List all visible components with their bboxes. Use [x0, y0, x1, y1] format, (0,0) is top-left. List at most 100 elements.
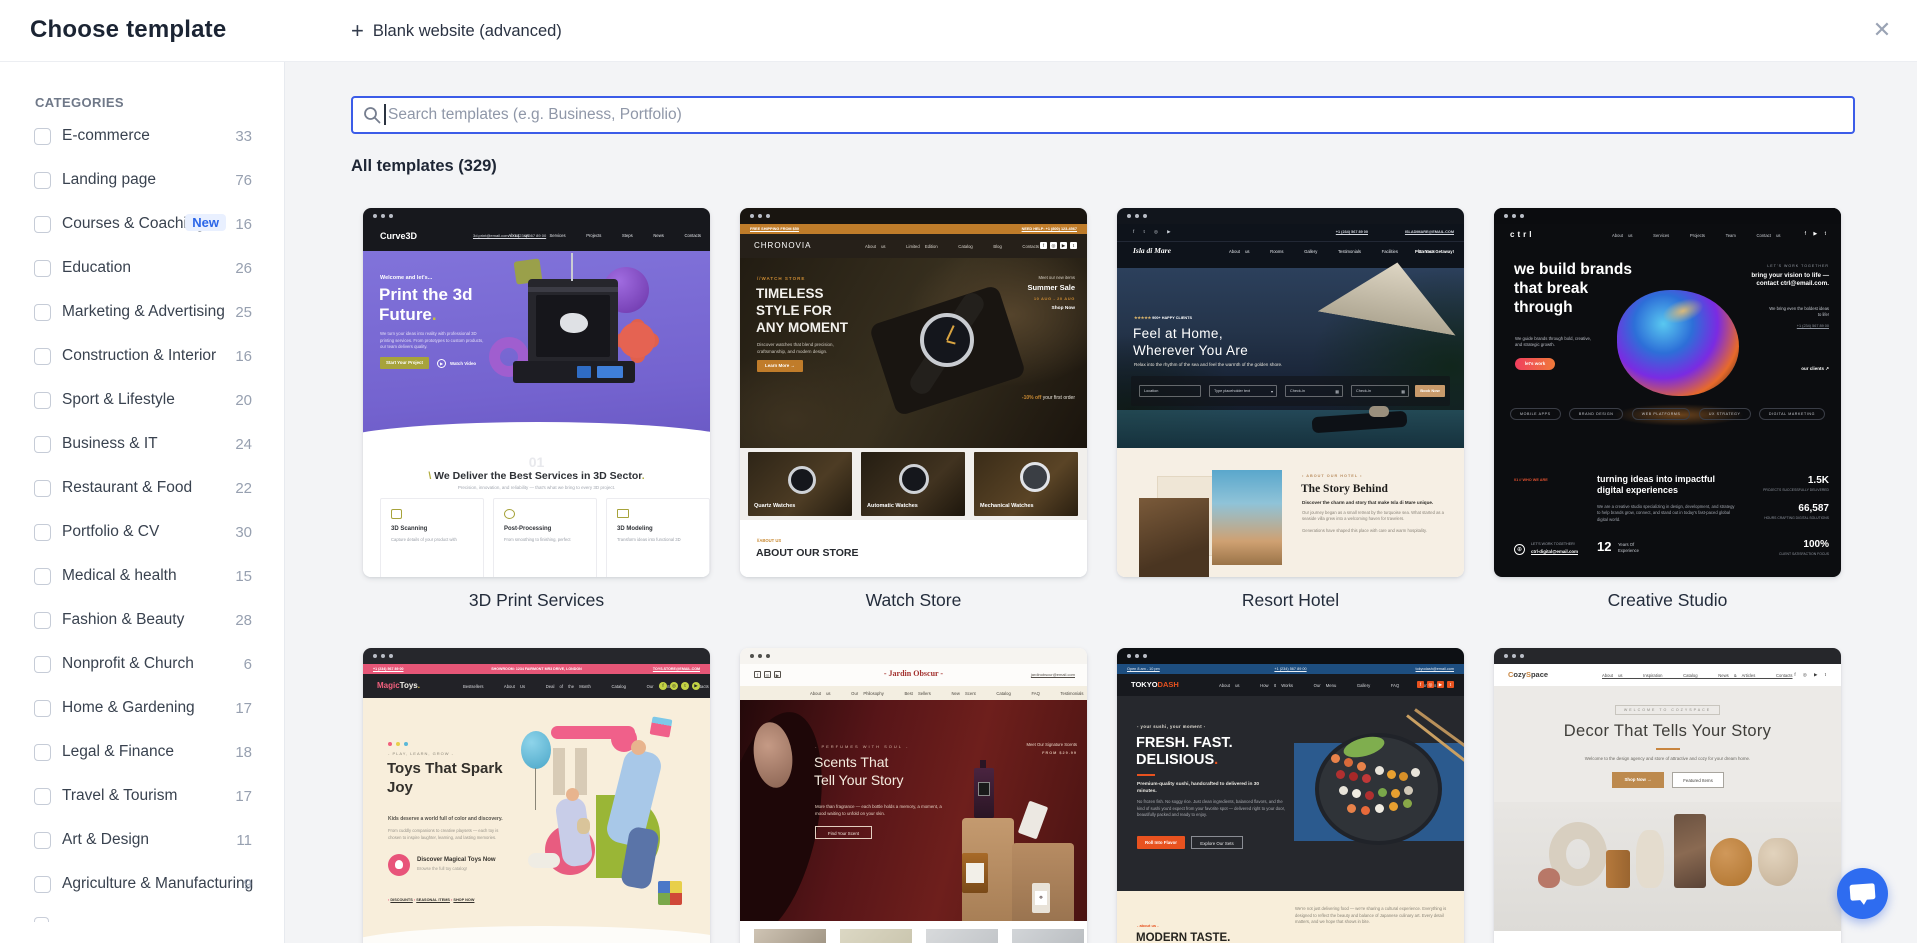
blocks-graphic — [658, 881, 682, 905]
t6-kicker: - PERFUMES WITH SOUL - — [815, 744, 909, 749]
choose-template-modal: Choose template + Blank website (advance… — [0, 0, 1917, 943]
t8-title: Decor That Tells Your Story — [1494, 720, 1841, 742]
checkbox[interactable] — [34, 260, 51, 277]
t5-topbar: +1 (234) 567 89 00 SHOWROOM: 1234 FAIRMO… — [363, 664, 710, 674]
template-card-sushi-delivery[interactable]: Open 8 am - 10 pm +1 (234) 567 89 00 tok… — [1117, 648, 1464, 943]
t1-hero: Welcome and let's... Print the 3d Future… — [363, 251, 710, 443]
categories-heading: CATEGORIES — [35, 95, 124, 110]
t3-navbar: f t ◎ ▶ +1 (234) 567 89 00 ISLADIMARE@EM… — [1117, 224, 1464, 268]
checkbox[interactable] — [34, 436, 51, 453]
t3-nav: About us Rooms Gallery Testimonials Faci… — [1229, 249, 1435, 255]
t1-service-card: 3D Scanning Capture details of your prod… — [380, 498, 484, 577]
wood-cylinder-graphic — [1606, 850, 1630, 888]
product-thumb-graphic — [926, 929, 998, 943]
checkbox[interactable] — [34, 612, 51, 629]
category-home-gardening[interactable]: Home & Gardening17 — [0, 687, 284, 731]
checkbox[interactable] — [34, 744, 51, 761]
watch-thumb-graphic — [899, 464, 929, 494]
template-caption: Watch Store — [740, 590, 1087, 611]
t7-kicker: - your sushi, your moment - — [1137, 724, 1206, 730]
t5-body: From cuddly companions to creative plays… — [388, 828, 510, 841]
t2-kicker: //WATCH STORE — [757, 276, 805, 282]
printer-gantry-graphic — [528, 287, 618, 292]
t7-hero: - your sushi, your moment - FRESH. FAST.… — [1117, 696, 1464, 891]
category-medical-health[interactable]: Medical & health15 — [0, 555, 284, 599]
category-nonprofit-church[interactable]: Nonprofit & Church6 — [0, 643, 284, 687]
t3-kicker: ★★★★★ 900+ HAPPY CLIENTS — [1134, 316, 1192, 321]
category-count: 25 — [235, 304, 252, 321]
template-card-watch-store[interactable]: FREE SHIPPING FROM $50 NEED HELP: +1 (80… — [740, 208, 1087, 577]
balloon-string-graphic — [535, 768, 536, 810]
t2-title: TIMELESS STYLE FOR ANY MOMENT — [756, 286, 858, 337]
t2-tiles: Quartz Watches Automatic Watches Mechani… — [740, 448, 1087, 520]
category-sport-lifestyle[interactable]: Sport & Lifestyle20 — [0, 379, 284, 423]
t1-watch-video: Watch Video — [450, 361, 476, 367]
t3-subtitle: Relax into the rhythm of the sea and fee… — [1134, 362, 1282, 368]
category-count: 76 — [235, 172, 252, 189]
template-card-3d-print-services[interactable]: Curve3D 3d.print@email.com • +1 (234) 56… — [363, 208, 710, 577]
category-courses-coaching[interactable]: Courses & CoachingNew16 — [0, 203, 284, 247]
booking-bar: Location Type placeholder text▾ Check-in… — [1131, 376, 1450, 406]
checkbox[interactable] — [34, 348, 51, 365]
checkbox[interactable] — [34, 568, 51, 585]
t5-logo: MagicToys. — [377, 681, 420, 692]
3d-modeling-icon — [617, 509, 629, 518]
category-legal-finance[interactable]: Legal & Finance18 — [0, 731, 284, 775]
t7-secondary-button: Explore Our Sets — [1191, 836, 1243, 849]
template-card-resort-hotel[interactable]: f t ◎ ▶ +1 (234) 567 89 00 ISLADIMARE@EM… — [1117, 208, 1464, 577]
red-star-graphic — [619, 322, 655, 358]
category-business-it[interactable]: Business & IT24 — [0, 423, 284, 467]
category-marketing-advertising[interactable]: Marketing & Advertising25 — [0, 291, 284, 335]
template-card-creative-studio[interactable]: ctrl About us Services Projects Team Con… — [1494, 208, 1841, 577]
template-card-decor-store[interactable]: CozySpace About us Inspiration Catalog N… — [1494, 648, 1841, 943]
checkbox[interactable] — [34, 172, 51, 189]
checkbox[interactable] — [34, 392, 51, 409]
template-card-perfume-store[interactable]: f◎▶ - Jardin Obscur - jardinobscur@email… — [740, 648, 1087, 943]
close-icon[interactable]: ✕ — [1865, 13, 1899, 47]
checkin-field: Check-in▦ — [1285, 385, 1343, 397]
checkbox[interactable] — [34, 700, 51, 717]
t2-tile: Quartz Watches — [748, 452, 852, 516]
t7-body: No frozen fish. No soggy rice. Just clea… — [1137, 799, 1285, 819]
t2-offer: -10% off your first order — [1022, 395, 1075, 402]
t5-cta-title: Discover Magical Toys Now — [417, 856, 496, 864]
category-landing-page[interactable]: Landing page76 — [0, 159, 284, 203]
type-dropdown: Type placeholder text▾ — [1209, 385, 1277, 397]
checkbox[interactable] — [34, 480, 51, 497]
category-construction-interior[interactable]: Construction & Interior16 — [0, 335, 284, 379]
template-caption: Creative Studio — [1494, 590, 1841, 611]
text-cursor — [384, 104, 386, 125]
chat-launcher-button[interactable] — [1837, 868, 1888, 919]
category-e-commerce[interactable]: E-commerce33 — [0, 115, 284, 159]
checkbox[interactable] — [34, 216, 51, 233]
book-now-button: Book Now — [1415, 385, 1445, 397]
t4-body: We guide brands through bold, creative, … — [1515, 336, 1597, 349]
accent-underline — [1137, 774, 1155, 776]
t1-logo: Curve3D — [380, 230, 417, 242]
category-art-design[interactable]: Art & Design11 — [0, 819, 284, 863]
template-card-toy-store[interactable]: +1 (234) 567 89 00 SHOWROOM: 1234 FAIRMO… — [363, 648, 710, 943]
category-fashion-beauty[interactable]: Fashion & Beauty28 — [0, 599, 284, 643]
category-portfolio-cv[interactable]: Portfolio & CV30 — [0, 511, 284, 555]
checkbox[interactable] — [34, 524, 51, 541]
category-restaurant-food[interactable]: Restaurant & Food22 — [0, 467, 284, 511]
category-agriculture-manufacturing[interactable]: Agriculture & Manufacturing9 — [0, 863, 284, 907]
checkbox[interactable] — [34, 876, 51, 893]
category-count: 6 — [244, 656, 252, 673]
t7-nav: About us How It Works Our Menu Gallery F… — [1219, 683, 1436, 689]
post-processing-icon — [504, 509, 515, 519]
checkbox[interactable] — [34, 788, 51, 805]
checkbox[interactable] — [34, 832, 51, 849]
checkbox[interactable] — [34, 304, 51, 321]
checkbox[interactable] — [34, 128, 51, 145]
t1-service-card: Post-Processing From smoothing to finish… — [493, 498, 597, 577]
checkbox[interactable] — [34, 656, 51, 673]
search-input[interactable] — [351, 96, 1855, 134]
category-travel-tourism[interactable]: Travel & Tourism17 — [0, 775, 284, 819]
printer-filament-graphic — [571, 253, 573, 281]
blank-website-button[interactable]: + Blank website (advanced) — [351, 14, 562, 48]
template-caption: Resort Hotel — [1117, 590, 1464, 611]
search-icon — [363, 106, 381, 124]
t2-nav: About us Limited Edition Catalog Blog Co… — [865, 244, 1039, 250]
category-education[interactable]: Education26 — [0, 247, 284, 291]
